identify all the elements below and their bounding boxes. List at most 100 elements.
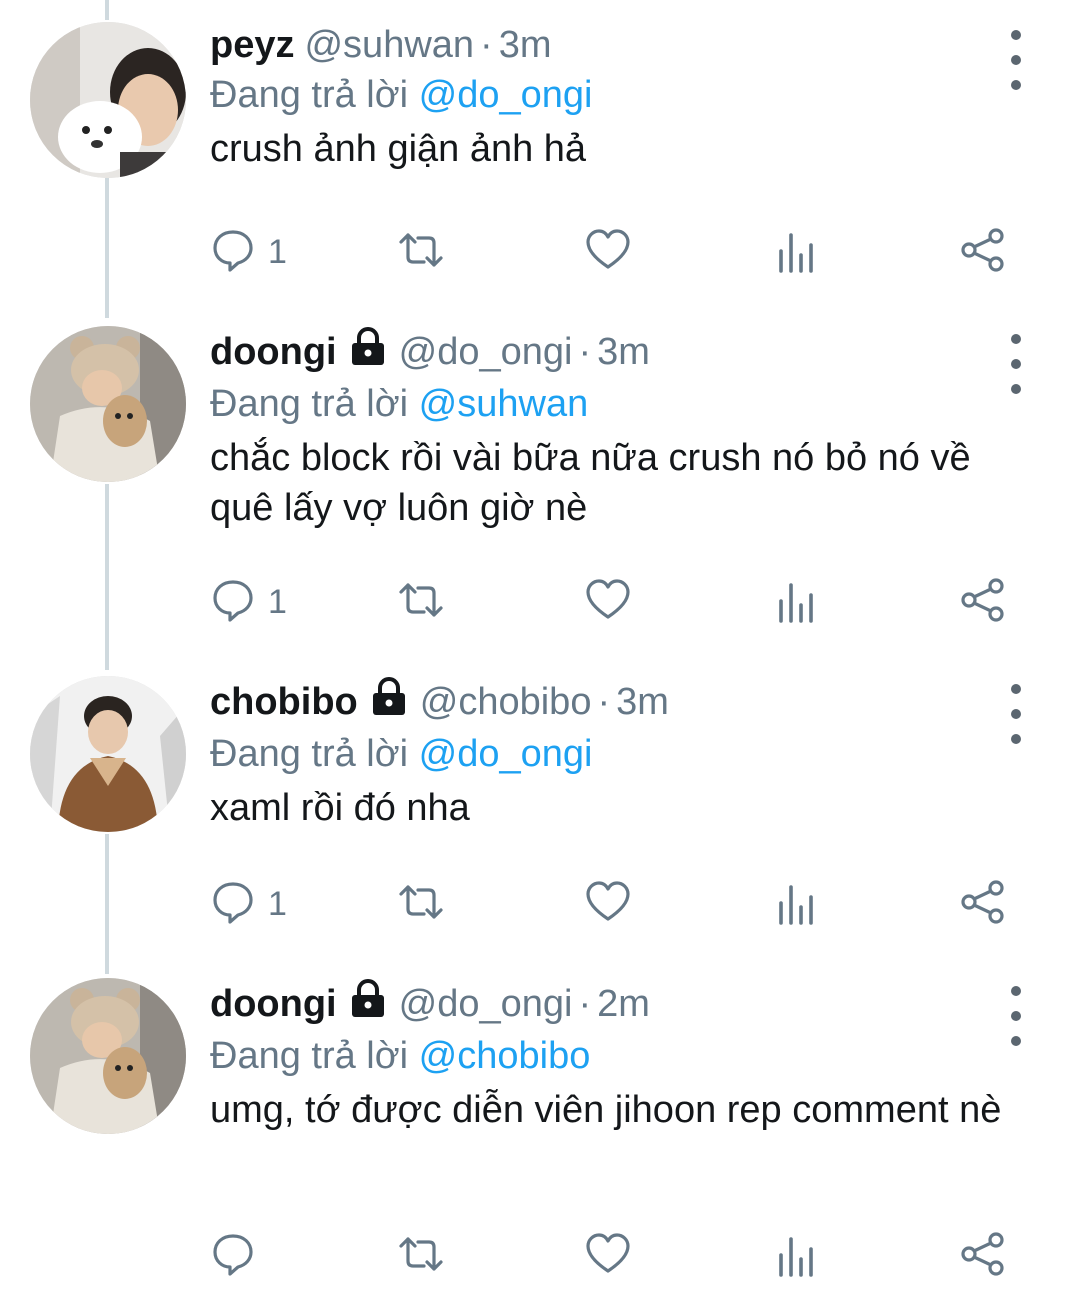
stats-icon [773, 879, 819, 930]
username[interactable]: @chobibo [420, 679, 592, 725]
retweet-icon [398, 577, 444, 628]
retweet-button[interactable] [398, 1228, 444, 1284]
timestamp[interactable]: 3m [616, 679, 669, 725]
lock-icon [349, 326, 387, 377]
tweet[interactable]: doongi @do_ongi · 2m Đang trả lời @chobi… [0, 978, 1080, 1298]
reply-button[interactable] [210, 1228, 268, 1284]
reply-button[interactable]: 1 [210, 574, 287, 630]
replying-to: Đang trả lời @suhwan [210, 379, 1020, 429]
username[interactable]: @do_ongi [399, 329, 573, 375]
stats-icon [773, 1231, 819, 1282]
share-icon [960, 879, 1006, 930]
replying-to-user[interactable]: @suhwan [419, 383, 589, 425]
snow-jacket-avatar-image [30, 676, 186, 832]
tweet-header: chobibo @chobibo · 3m [210, 676, 1020, 727]
stats-button[interactable] [773, 876, 819, 932]
like-icon [585, 227, 631, 278]
tweet[interactable]: doongi @do_ongi · 3m Đang trả lời @suhwa… [0, 326, 1080, 646]
reply-icon [210, 1231, 256, 1282]
stats-icon [773, 577, 819, 628]
display-name[interactable]: doongi [210, 981, 337, 1027]
tweet-header: peyz @suhwan · 3m [210, 22, 1020, 68]
lock-icon [349, 978, 387, 1029]
reply-icon [210, 577, 256, 628]
white-dog-avatar-image [30, 22, 186, 178]
replying-to: Đang trả lời @do_ongi [210, 729, 1020, 779]
avatar[interactable] [30, 978, 186, 1134]
action-bar [210, 1228, 1010, 1284]
like-button[interactable] [585, 1228, 631, 1284]
tweet-header: doongi @do_ongi · 3m [210, 326, 1020, 377]
retweet-icon [398, 227, 444, 278]
like-icon [585, 879, 631, 930]
retweet-icon [398, 1231, 444, 1282]
tweet-text: crush ảnh giận ảnh hả [210, 128, 587, 170]
retweet-icon [398, 879, 444, 930]
reply-count: 1 [268, 884, 287, 923]
display-name[interactable]: doongi [210, 329, 337, 375]
thread-line [105, 0, 109, 20]
display-name[interactable]: chobibo [210, 679, 358, 725]
stats-button[interactable] [773, 224, 819, 280]
action-bar: 1 [210, 574, 1010, 630]
username[interactable]: @suhwan [304, 22, 474, 68]
separator-dot: · [597, 680, 611, 723]
like-button[interactable] [585, 574, 631, 630]
share-icon [960, 1231, 1006, 1282]
reply-button[interactable]: 1 [210, 224, 287, 280]
reply-icon [210, 879, 256, 930]
timestamp[interactable]: 3m [597, 329, 650, 375]
replying-to-label: Đang trả lời [210, 74, 409, 116]
share-icon [960, 227, 1006, 278]
share-button[interactable] [960, 876, 1006, 932]
replying-to-user[interactable]: @do_ongi [419, 733, 593, 775]
stats-icon [773, 227, 819, 278]
replying-to: Đang trả lời @do_ongi [210, 70, 1020, 120]
avatar[interactable] [30, 22, 186, 178]
tweet[interactable]: peyz @suhwan · 3m Đang trả lời @do_ongi … [0, 22, 1080, 302]
replying-to-label: Đang trả lời [210, 733, 409, 775]
reply-button[interactable]: 1 [210, 876, 287, 932]
retweet-button[interactable] [398, 876, 444, 932]
separator-dot: · [578, 982, 592, 1025]
action-bar: 1 [210, 224, 1010, 280]
more-options-icon[interactable] [1004, 986, 1028, 1046]
like-button[interactable] [585, 876, 631, 932]
lock-icon [370, 676, 408, 727]
tweet[interactable]: chobibo @chobibo · 3m Đang trả lời @do_o… [0, 676, 1080, 946]
reply-count: 1 [268, 582, 287, 621]
stats-button[interactable] [773, 574, 819, 630]
share-button[interactable] [960, 1228, 1006, 1284]
retweet-button[interactable] [398, 224, 444, 280]
like-button[interactable] [585, 224, 631, 280]
tweet-text: xaml rồi đó nha [210, 787, 470, 829]
separator-dot: · [480, 24, 493, 66]
more-options-icon[interactable] [1004, 684, 1028, 744]
replying-to: Đang trả lời @chobibo [210, 1031, 1020, 1081]
replying-to-user[interactable]: @chobibo [419, 1035, 591, 1077]
avatar[interactable] [30, 676, 186, 832]
share-button[interactable] [960, 224, 1006, 280]
stats-button[interactable] [773, 1228, 819, 1284]
more-options-icon[interactable] [1004, 30, 1028, 90]
share-icon [960, 577, 1006, 628]
tweet-text: chắc block rồi vài bữa nữa crush nó bỏ n… [210, 437, 971, 529]
replying-to-user[interactable]: @do_ongi [419, 74, 593, 116]
timestamp[interactable]: 2m [597, 981, 650, 1027]
replying-to-label: Đang trả lời [210, 1035, 409, 1077]
bear-hat-avatar-image [30, 326, 186, 482]
replying-to-label: Đang trả lời [210, 383, 409, 425]
display-name[interactable]: peyz [210, 22, 294, 68]
share-button[interactable] [960, 574, 1006, 630]
action-bar: 1 [210, 876, 1010, 932]
bear-hat-avatar-image [30, 978, 186, 1134]
reply-icon [210, 227, 256, 278]
separator-dot: · [578, 330, 592, 373]
tweet-header: doongi @do_ongi · 2m [210, 978, 1020, 1029]
avatar[interactable] [30, 326, 186, 482]
like-icon [585, 577, 631, 628]
more-options-icon[interactable] [1004, 334, 1028, 394]
retweet-button[interactable] [398, 574, 444, 630]
timestamp[interactable]: 3m [499, 22, 552, 68]
username[interactable]: @do_ongi [399, 981, 573, 1027]
